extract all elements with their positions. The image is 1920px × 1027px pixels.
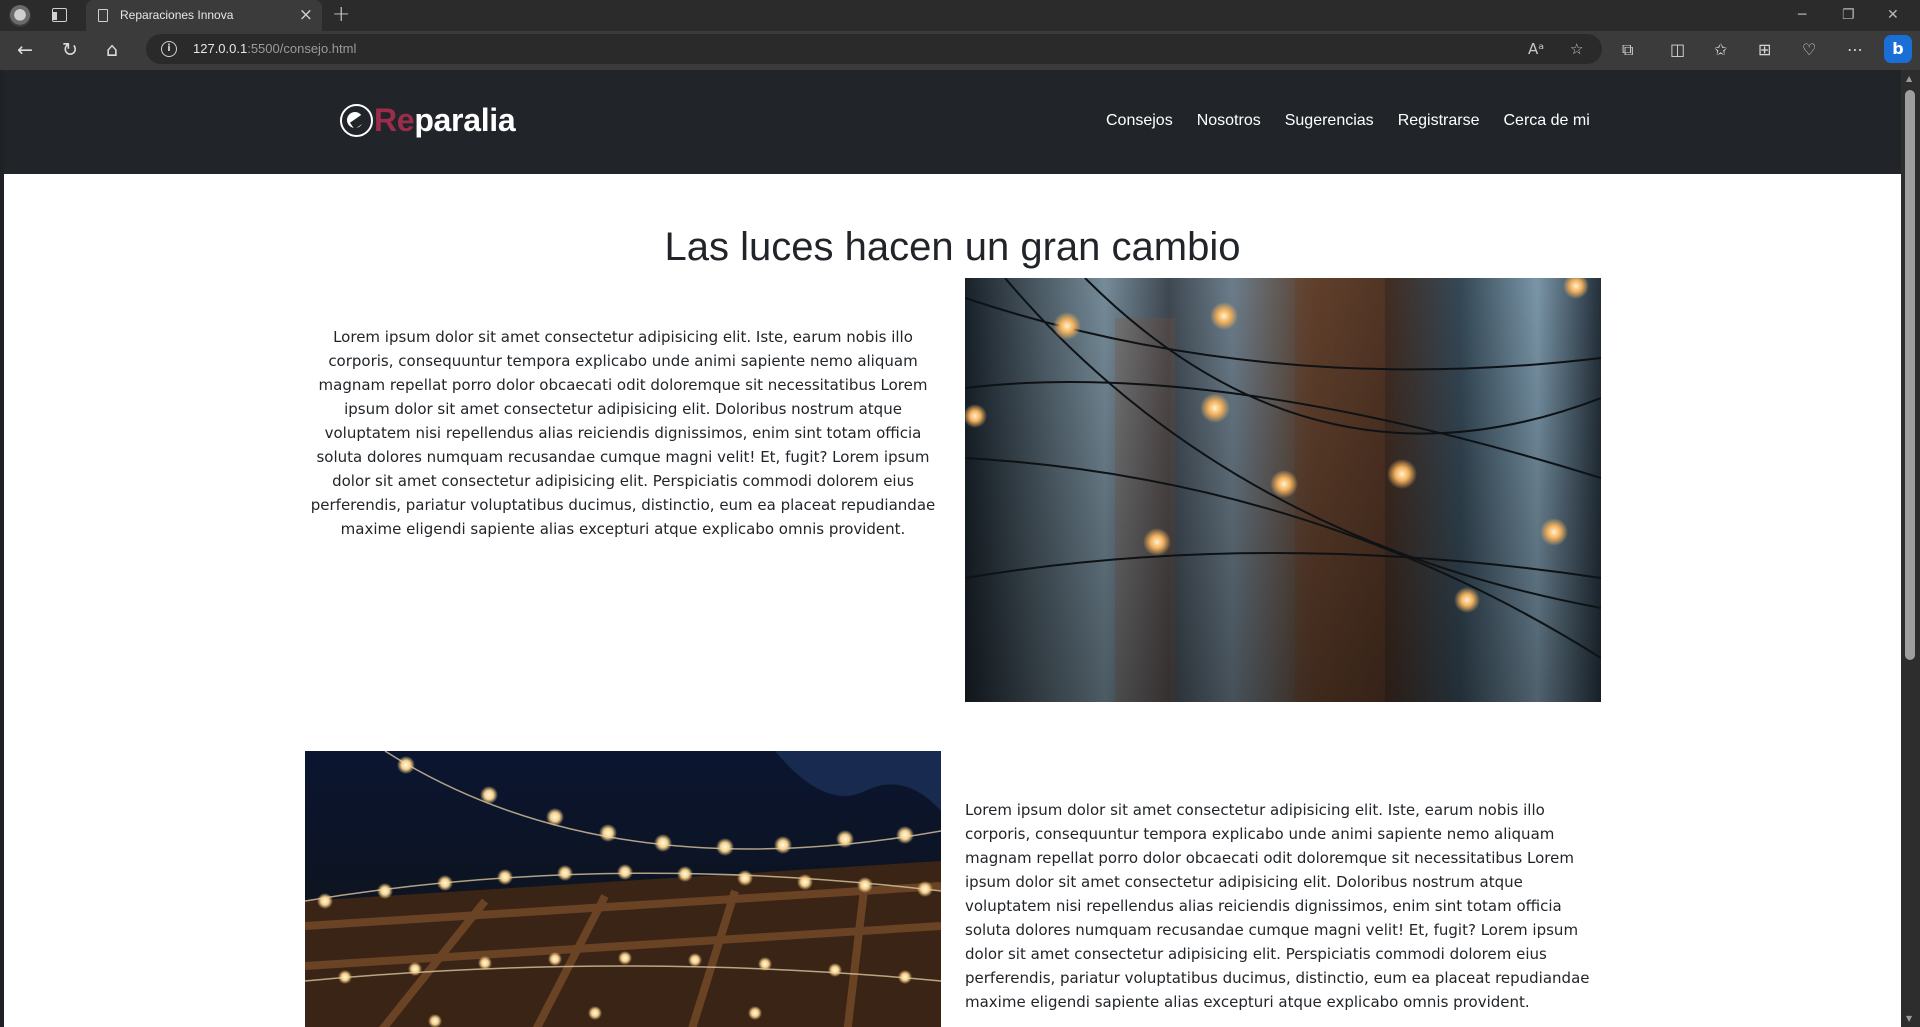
scroll-down-icon[interactable]: ▼ bbox=[1906, 1014, 1912, 1023]
read-aloud-icon[interactable]: Aᵃ bbox=[1528, 39, 1544, 59]
nav-link-registrarse[interactable]: Registrarse bbox=[1386, 112, 1492, 130]
nav-link-consejos[interactable]: Consejos bbox=[1106, 112, 1185, 130]
info-icon[interactable]: i bbox=[161, 41, 177, 57]
nav-link-sugerencias[interactable]: Sugerencias bbox=[1273, 112, 1386, 130]
page-title: Las luces hacen un gran cambio bbox=[664, 225, 1241, 269]
performance-icon[interactable]: ♡ bbox=[1802, 39, 1816, 61]
patio-lights-image bbox=[305, 751, 941, 1027]
more-icon[interactable]: ⋯ bbox=[1847, 39, 1863, 61]
minimize-icon[interactable]: ─ bbox=[1798, 4, 1806, 26]
bing-icon[interactable]: b bbox=[1884, 35, 1912, 63]
address-bar[interactable]: i 127.0.0.1:5500/consejo.html Aᵃ ☆ bbox=[146, 34, 1602, 64]
split-screen-icon[interactable]: ◫ bbox=[1670, 39, 1685, 61]
back-icon[interactable]: ← bbox=[17, 38, 33, 62]
favorites-icon[interactable]: ✩ bbox=[1714, 39, 1727, 61]
brand-logo-icon bbox=[340, 103, 373, 137]
url-text[interactable]: 127.0.0.1:5500/consejo.html bbox=[193, 41, 356, 56]
close-icon[interactable]: × bbox=[299, 5, 313, 25]
collections-icon[interactable]: ⊞ bbox=[1758, 39, 1771, 61]
page-scrollbar[interactable]: ▲ ▼ bbox=[1901, 70, 1920, 1027]
page-icon bbox=[98, 9, 108, 22]
site-navbar: Reparalia Consejos Nosotros Sugerencias … bbox=[4, 70, 1901, 174]
nav-link-cerca-de-mi[interactable]: Cerca de mi bbox=[1492, 112, 1602, 130]
new-tab-icon[interactable]: + bbox=[332, 2, 350, 28]
page-viewport: Reparalia Consejos Nosotros Sugerencias … bbox=[4, 70, 1901, 1027]
scroll-thumb[interactable] bbox=[1905, 90, 1915, 660]
tab-title: Reparaciones Innova bbox=[120, 8, 234, 22]
nav-links: Consejos Nosotros Sugerencias Registrars… bbox=[1106, 112, 1602, 130]
brand-name: Reparalia bbox=[374, 101, 516, 138]
nav-link-nosotros[interactable]: Nosotros bbox=[1185, 112, 1273, 130]
home-icon[interactable]: ⌂ bbox=[106, 38, 118, 62]
profile-icon[interactable] bbox=[9, 5, 31, 27]
scroll-up-icon[interactable]: ▲ bbox=[1906, 74, 1912, 83]
favorite-icon[interactable]: ☆ bbox=[1570, 39, 1583, 59]
brand[interactable]: Reparalia bbox=[340, 100, 516, 140]
window-close-icon[interactable]: ✕ bbox=[1887, 4, 1899, 26]
browser-tab[interactable]: Reparaciones Innova × bbox=[86, 0, 322, 31]
tab-bar: Reparaciones Innova × + ─ ❐ ✕ bbox=[0, 0, 1920, 31]
refresh-icon[interactable]: ↻ bbox=[62, 38, 78, 62]
string-lights-image bbox=[965, 278, 1601, 702]
extensions-icon[interactable]: ⧉ bbox=[1622, 39, 1633, 61]
article-paragraph-2: Lorem ipsum dolor sit amet consectetur a… bbox=[965, 801, 1590, 1011]
article-paragraph-1: Lorem ipsum dolor sit amet consectetur a… bbox=[310, 328, 936, 538]
tab-actions-icon[interactable] bbox=[52, 8, 67, 22]
browser-toolbar: ← ↻ ⌂ i 127.0.0.1:5500/consejo.html Aᵃ ☆… bbox=[0, 31, 1920, 70]
restore-icon[interactable]: ❐ bbox=[1842, 4, 1855, 26]
